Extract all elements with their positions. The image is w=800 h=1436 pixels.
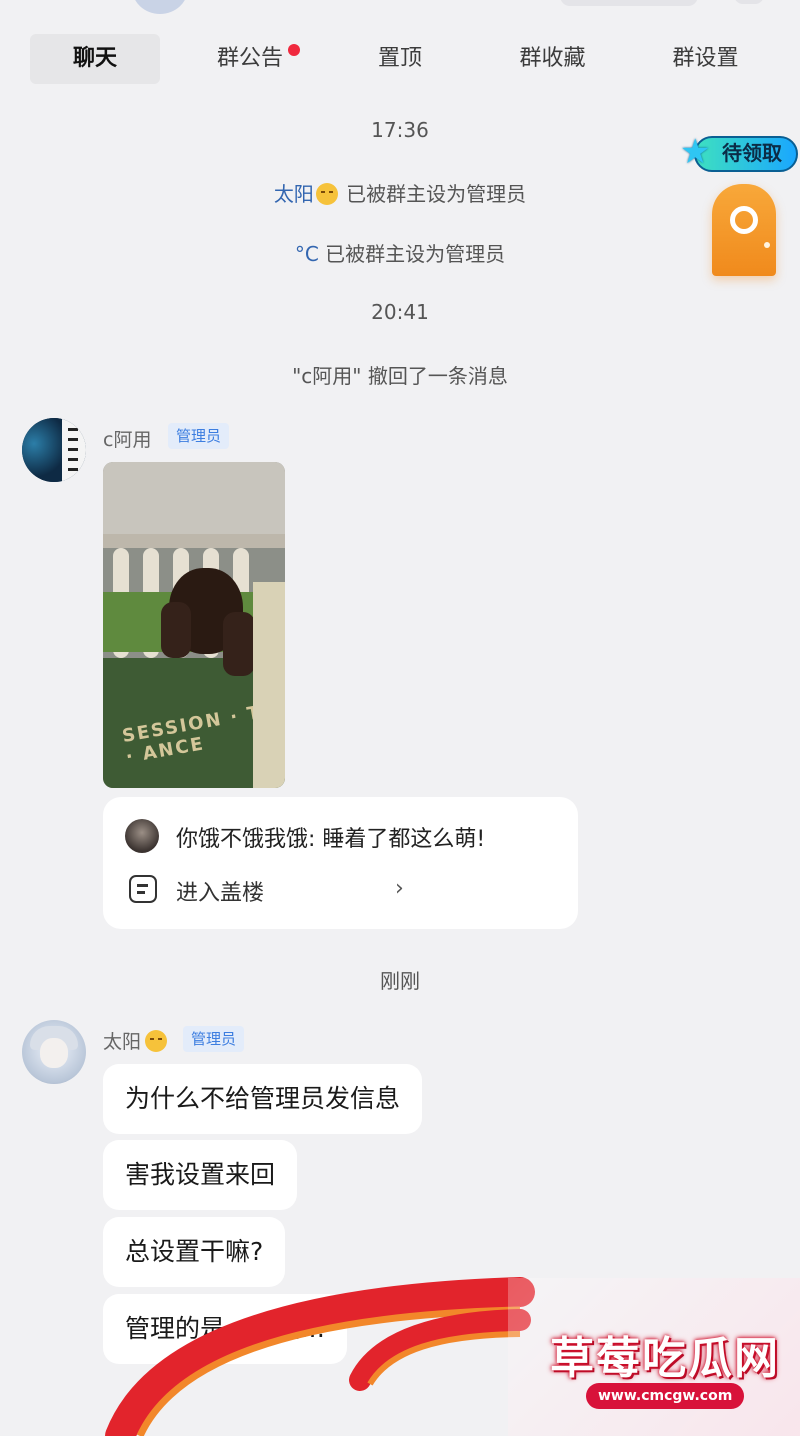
tab-settings[interactable]: 群设置: [648, 34, 763, 84]
chevron-right-icon: ›: [395, 876, 404, 901]
timestamp: 刚刚: [380, 969, 420, 993]
sender-name[interactable]: c阿用: [103, 425, 151, 452]
admin-role-badge: 管理员: [168, 423, 230, 449]
thread-card[interactable]: 你饿不饿我饿: 睡着了都这么萌! 进入盖楼 ›: [103, 797, 578, 929]
header-more-button[interactable]: [734, 0, 764, 4]
member-name-link[interactable]: °C: [295, 242, 319, 266]
quoted-comment: 你饿不饿我饿: 睡着了都这么萌!: [176, 827, 486, 852]
tab-announcement-label: 群公告: [216, 46, 283, 71]
star-icon: ★: [680, 132, 711, 172]
recall-notice: "c阿用" 撤回了一条消息: [292, 364, 508, 388]
text-message[interactable]: 管理的是…还是…: [103, 1294, 348, 1364]
enter-thread-link[interactable]: 进入盖楼: [176, 875, 264, 907]
tab-chat[interactable]: 聊天: [30, 34, 160, 84]
text-message[interactable]: 害我设置来回: [103, 1140, 298, 1210]
group-tabs: 聊天 群公告 置顶 群收藏 群设置: [0, 34, 800, 90]
top-bar-partial: [0, 0, 800, 22]
watermark-url: www.cmcgw.com: [586, 1383, 745, 1409]
tab-favorites[interactable]: 群收藏: [495, 34, 610, 84]
smile-emoji-icon: [145, 1030, 168, 1052]
text-message[interactable]: 总设置干嘛?: [103, 1217, 286, 1287]
reward-badge[interactable]: 待领取 ★: [680, 132, 798, 176]
notice-text: 已被群主设为管理员: [325, 242, 506, 266]
door-ring-icon: [730, 206, 758, 234]
sender-name-text: 太阳: [103, 1031, 142, 1053]
quoted-user-avatar: [125, 819, 159, 853]
system-notice-admin: 太阳 已被群主设为管理员: [0, 178, 800, 207]
header-pill[interactable]: [560, 0, 698, 6]
sender-name[interactable]: 太阳: [103, 1027, 168, 1054]
image-message[interactable]: SESSION · TH · ANCE: [103, 462, 285, 788]
avatar[interactable]: [22, 1020, 86, 1084]
system-notice-admin: °C 已被群主设为管理员: [0, 238, 800, 267]
avatar[interactable]: [22, 418, 86, 482]
watermark-title: 草莓吃瓜网: [550, 1333, 780, 1384]
tab-pinned[interactable]: 置顶: [345, 34, 455, 84]
member-name-link[interactable]: 太阳: [274, 182, 314, 206]
smile-emoji-icon: [315, 183, 338, 205]
notice-text: 已被群主设为管理员: [346, 182, 527, 206]
timestamp: 20:41: [371, 300, 429, 324]
unread-dot-icon: [288, 44, 300, 56]
admin-role-badge: 管理员: [183, 1026, 245, 1052]
door-icon[interactable]: [712, 184, 776, 276]
tab-announcement[interactable]: 群公告: [190, 34, 310, 84]
group-avatar[interactable]: [132, 0, 188, 14]
text-message[interactable]: 为什么不给管理员发信息: [103, 1064, 423, 1134]
thread-icon: [129, 875, 157, 903]
door-knob-icon: [764, 242, 770, 248]
